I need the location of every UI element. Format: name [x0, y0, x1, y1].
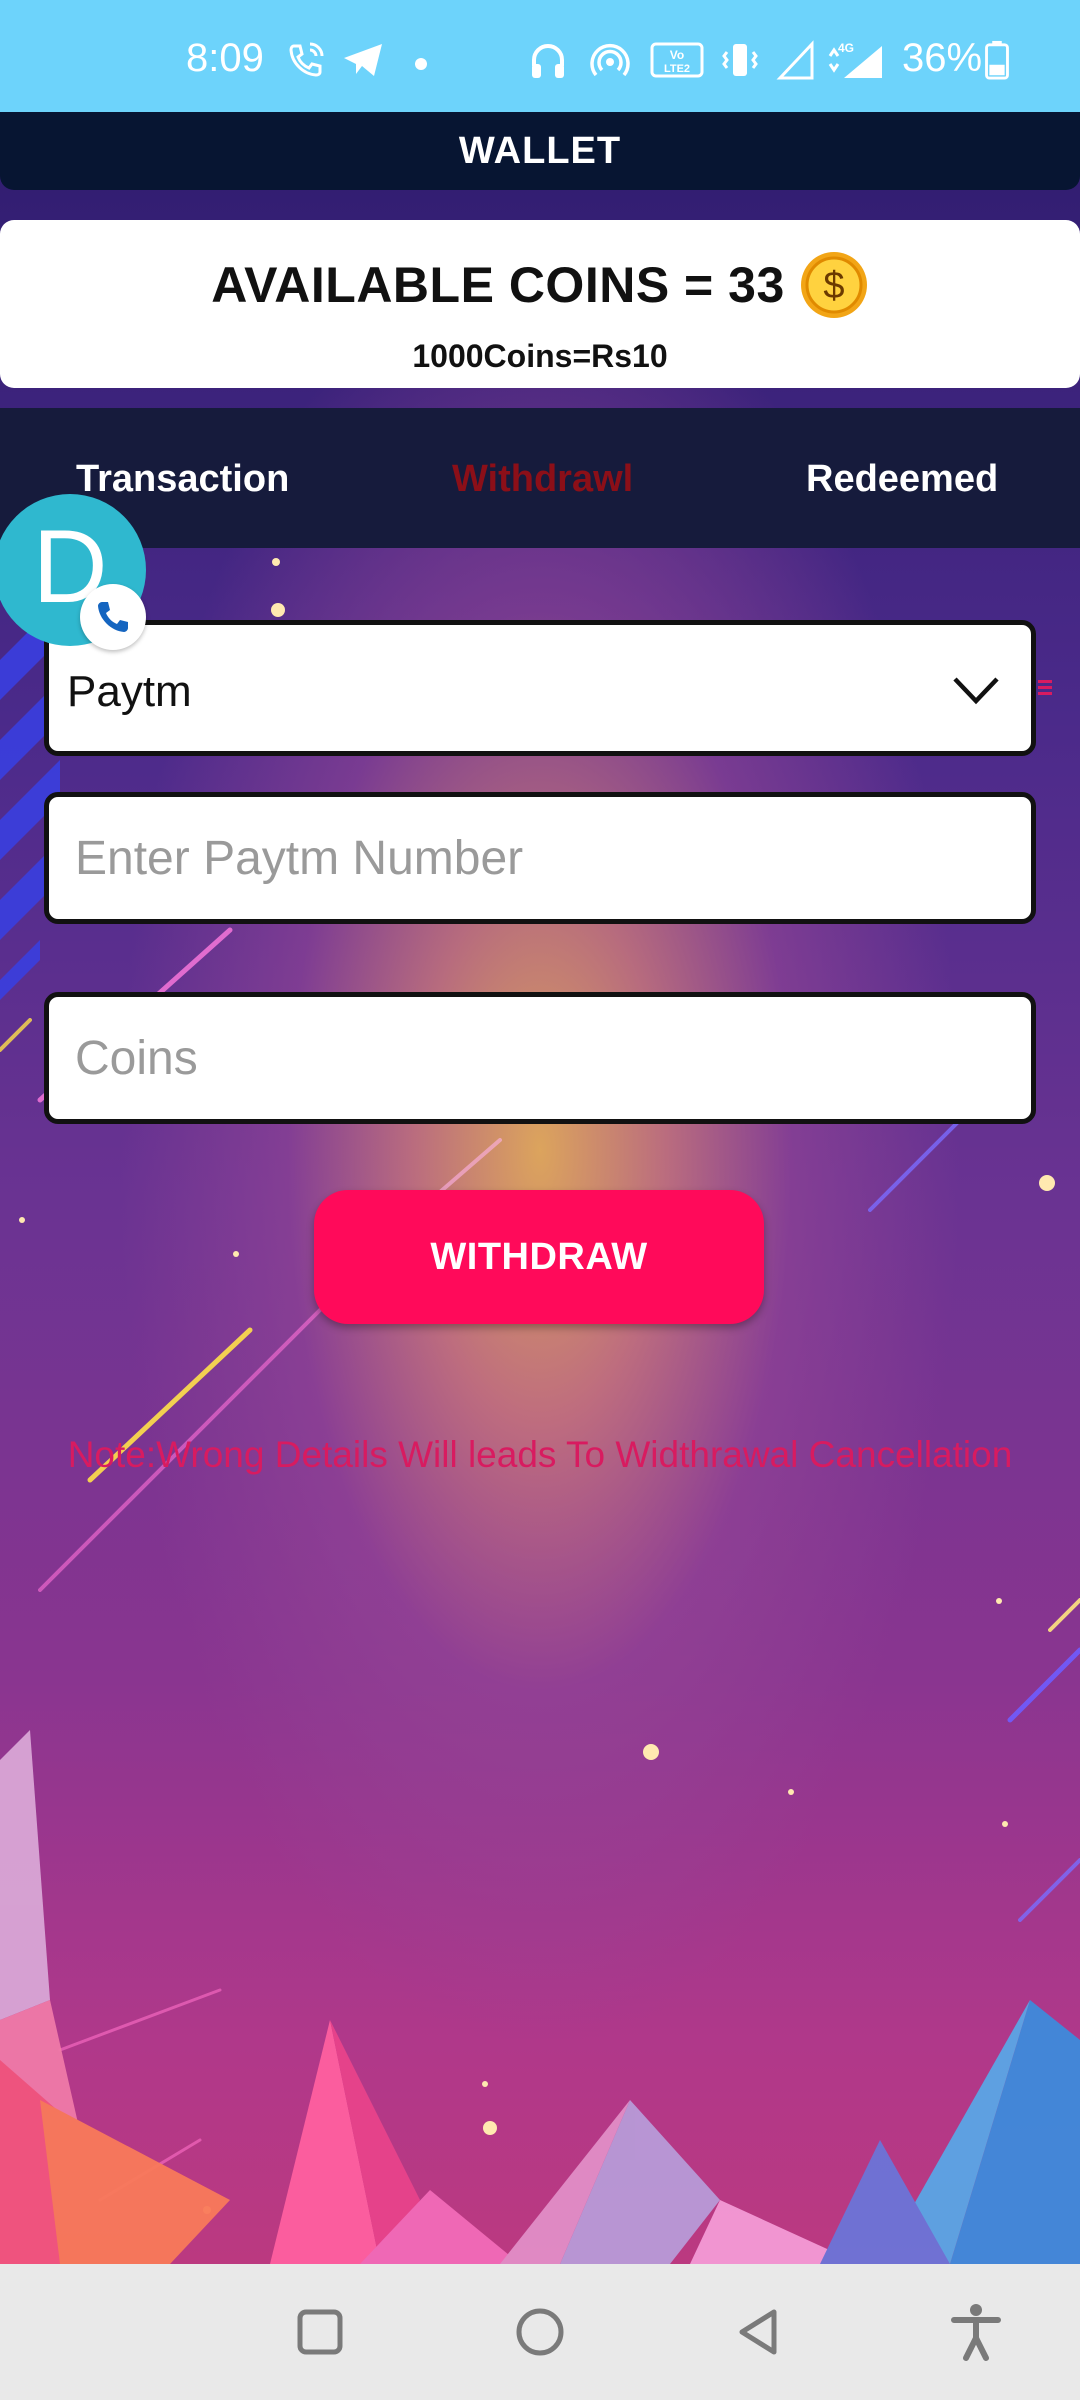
hotspot-icon	[590, 44, 630, 77]
page-title: WALLET	[458, 129, 622, 172]
payment-method-select[interactable]: Paytm	[44, 620, 1036, 756]
paytm-number-field[interactable]	[44, 792, 1036, 924]
call-badge[interactable]	[80, 584, 146, 650]
tab-redeemed[interactable]: Redeemed	[806, 458, 998, 501]
vibrate-icon	[722, 44, 758, 76]
available-coins-label: AVAILABLE COINS = 33	[211, 257, 785, 313]
coins-input[interactable]	[49, 997, 1031, 1119]
svg-text:4G: 4G	[838, 41, 854, 55]
phone-icon	[98, 602, 128, 632]
warning-note: Note:Wrong Details Will leads To Widthra…	[67, 1434, 1013, 1475]
chevron-down-icon	[953, 677, 999, 705]
home-icon[interactable]	[508, 2300, 572, 2364]
battery-icon	[985, 40, 1009, 80]
status-time: 8:09	[186, 36, 264, 80]
recents-icon[interactable]	[288, 2300, 352, 2364]
system-nav-bar	[0, 2264, 1080, 2400]
tab-withdrawl[interactable]: Withdrawl	[452, 458, 633, 501]
drag-handle-icon	[1038, 680, 1052, 695]
headphones-icon	[532, 44, 564, 78]
dollar-coin-icon: $	[800, 252, 867, 318]
signal-icon	[776, 40, 814, 80]
withdraw-button[interactable]: WITHDRAW	[314, 1190, 764, 1324]
svg-text:Vo: Vo	[670, 48, 684, 62]
4g-signal-icon: 4G	[828, 41, 882, 78]
battery-percent: 36%	[902, 36, 983, 80]
svg-text:LTE2: LTE2	[664, 63, 690, 75]
coins-field[interactable]	[44, 992, 1036, 1124]
wallet-tabs: Transaction Withdrawl Redeemed	[0, 408, 1080, 548]
app-bar: WALLET	[0, 112, 1080, 190]
coins-card: AVAILABLE COINS = 33 $ 1000Coins=Rs10	[0, 220, 1080, 388]
accessibility-icon[interactable]	[944, 2300, 1008, 2364]
paytm-number-input[interactable]	[49, 797, 1031, 919]
svg-text:$: $	[823, 265, 844, 307]
tab-transaction[interactable]: Transaction	[76, 458, 289, 501]
payment-method-value: Paytm	[67, 667, 192, 716]
telegram-icon	[344, 44, 382, 76]
volte-icon: Vo LTE2	[650, 42, 704, 78]
wifi-calling-icon	[289, 42, 324, 77]
back-icon[interactable]	[728, 2300, 792, 2364]
status-bar: 8:09 Vo LTE2 4G 36%	[0, 0, 1080, 112]
coins-line: AVAILABLE COINS = 33 $	[0, 250, 1080, 320]
coin-rate-text: 1000Coins=Rs10	[412, 338, 668, 374]
dot-icon	[415, 58, 427, 70]
